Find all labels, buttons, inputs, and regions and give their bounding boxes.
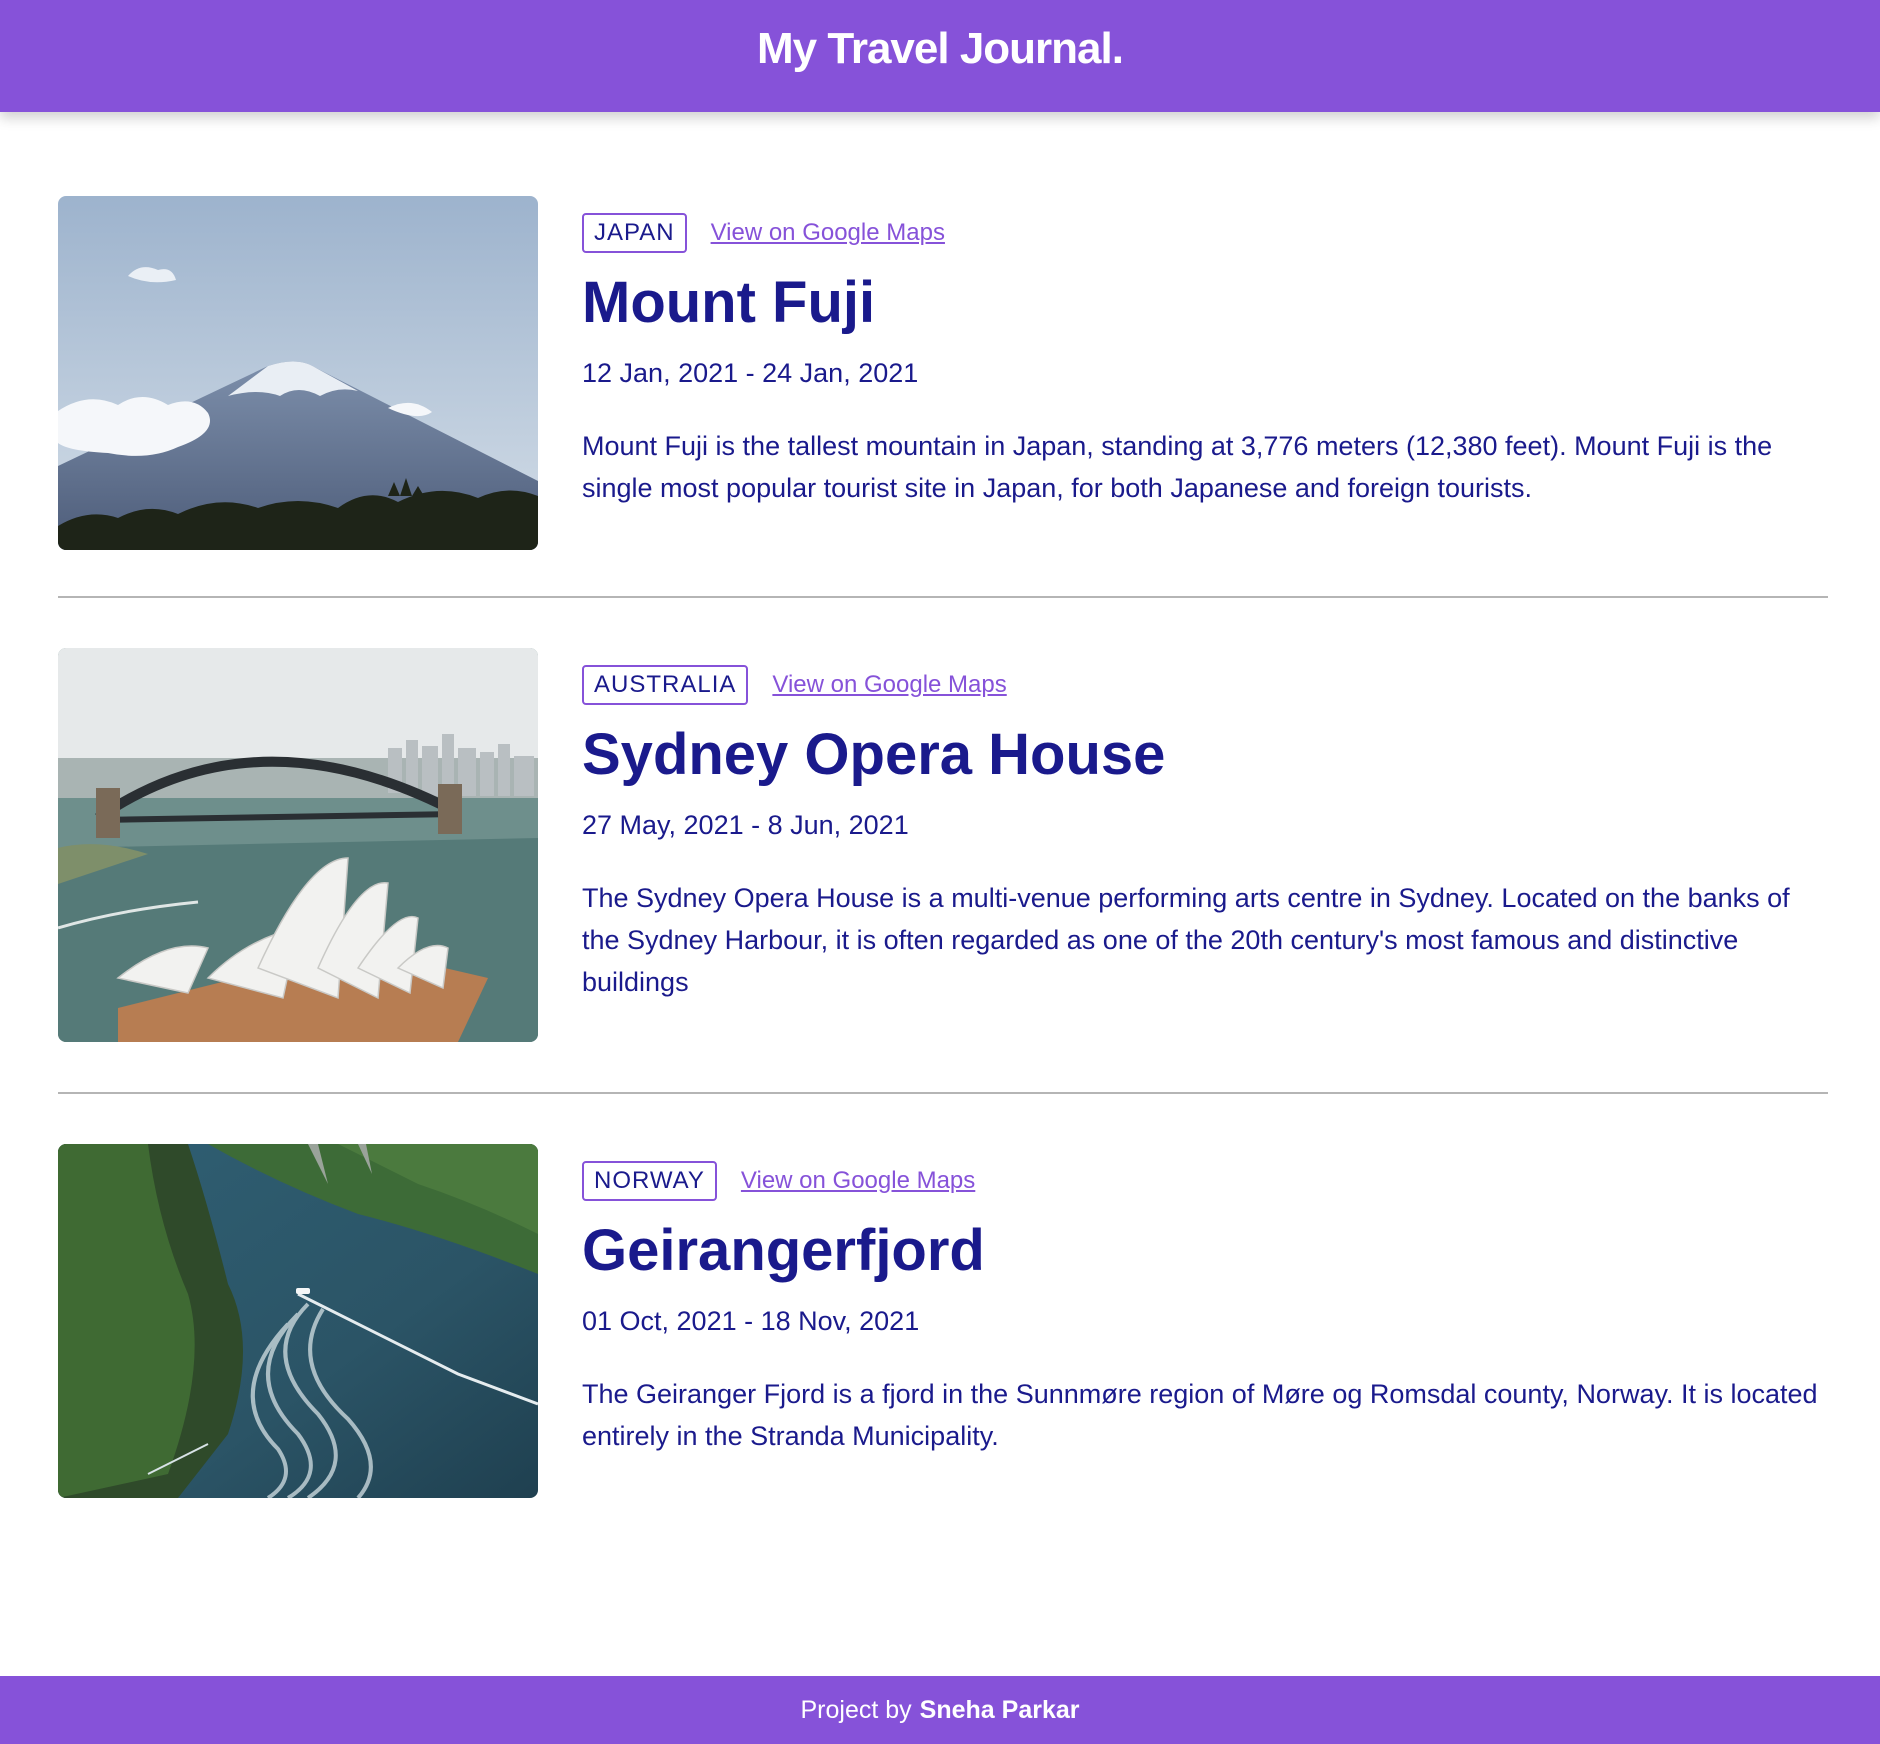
- entry-dates: 01 Oct, 2021 - 18 Nov, 2021: [582, 1305, 920, 1336]
- entry-meta: AUSTRALIA View on Google Maps: [582, 665, 1828, 705]
- entry-meta: JAPAN View on Google Maps: [582, 213, 1828, 253]
- country-tag: AUSTRALIA: [582, 665, 749, 705]
- entry-meta: NORWAY View on Google Maps: [582, 1161, 1828, 1201]
- entry-photo-sydney-opera-house: [58, 648, 538, 1042]
- journal-entry: JAPAN View on Google Maps Mount Fuji 12 …: [58, 196, 1828, 550]
- view-on-google-maps-link[interactable]: View on Google Maps: [711, 219, 945, 247]
- country-tag: JAPAN: [582, 213, 687, 253]
- entry-title: Geirangerfjord: [582, 1218, 985, 1283]
- journal-entries: JAPAN View on Google Maps Mount Fuji 12 …: [58, 196, 1828, 1498]
- country-tag: NORWAY: [582, 1161, 717, 1201]
- entry-dates: 12 Jan, 2021 - 24 Jan, 2021: [582, 357, 919, 388]
- entry-info: NORWAY View on Google Maps Geirangerfjor…: [582, 1144, 1828, 1484]
- journal-entry: AUSTRALIA View on Google Maps Sydney Ope…: [58, 648, 1828, 1042]
- mount-fuji-image: [58, 196, 538, 550]
- sydney-opera-house-image: [58, 648, 538, 1042]
- entry-photo-geirangerfjord: [58, 1144, 538, 1498]
- entry-photo-mount-fuji: [58, 196, 538, 550]
- entry-dates: 27 May, 2021 - 8 Jun, 2021: [582, 809, 909, 840]
- footer-author: Sneha Parkar: [919, 1695, 1080, 1724]
- geirangerfjord-image: [58, 1144, 538, 1498]
- entry-info: AUSTRALIA View on Google Maps Sydney Ope…: [582, 648, 1828, 1030]
- entry-description: Mount Fuji is the tallest mountain in Ja…: [582, 431, 1773, 504]
- site-footer: Project by Sneha Parkar: [0, 1676, 1880, 1744]
- view-on-google-maps-link[interactable]: View on Google Maps: [772, 671, 1006, 699]
- site-header: My Travel Journal.: [0, 0, 1880, 112]
- view-on-google-maps-link[interactable]: View on Google Maps: [741, 1167, 975, 1195]
- entry-description: The Sydney Opera House is a multi-venue …: [582, 883, 1790, 998]
- entry-title: Mount Fuji: [582, 270, 876, 335]
- entry-description: The Geiranger Fjord is a fjord in the Su…: [582, 1379, 1818, 1452]
- entry-info: JAPAN View on Google Maps Mount Fuji 12 …: [582, 196, 1828, 536]
- journal-entry: NORWAY View on Google Maps Geirangerfjor…: [58, 1144, 1828, 1498]
- entry-title: Sydney Opera House: [582, 722, 1166, 787]
- footer-prefix: Project by: [800, 1695, 912, 1724]
- site-title: My Travel Journal.: [757, 24, 1124, 73]
